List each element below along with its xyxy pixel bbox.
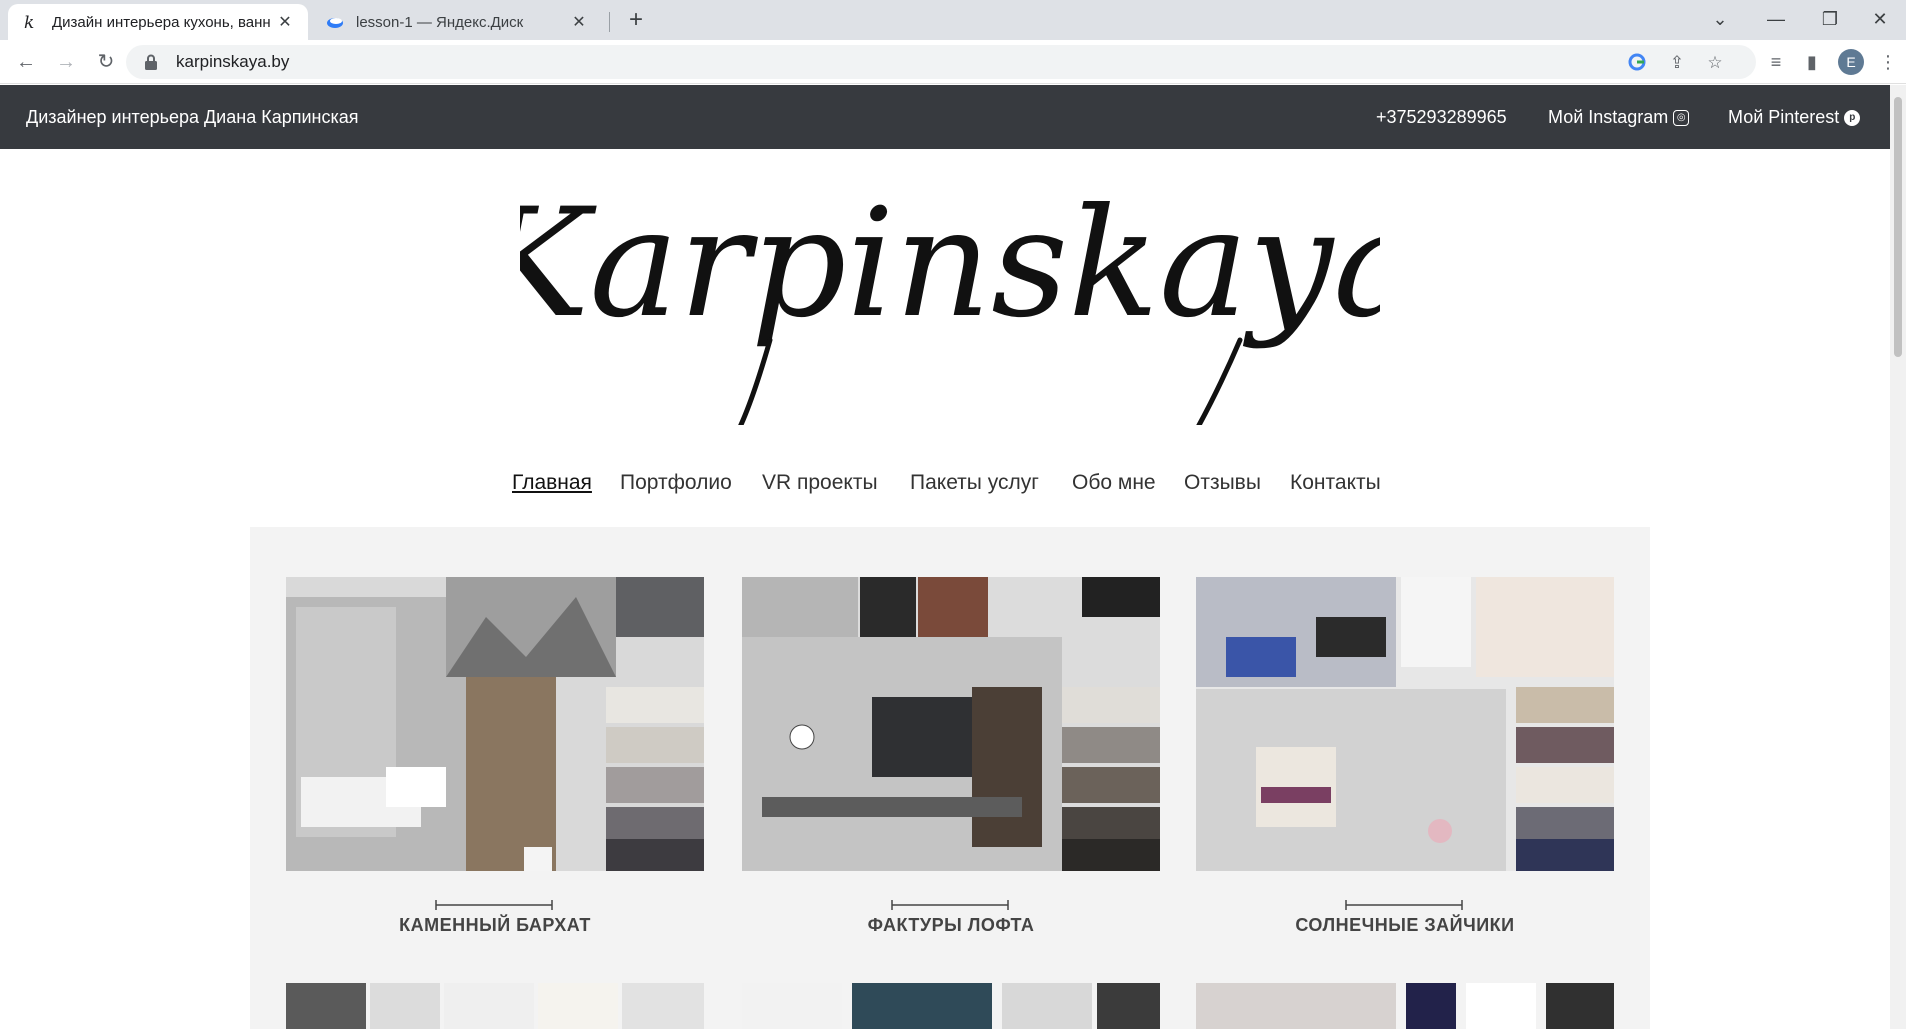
browser-toolbar: ← → ↻ karpinskaya.by ⇪ ☆ ≡ ▮ E ⋮ xyxy=(0,40,1906,84)
lock-icon xyxy=(144,54,158,70)
bookmark-star-icon[interactable]: ☆ xyxy=(1704,52,1726,74)
tab-search-icon[interactable]: ⌄ xyxy=(1696,4,1744,34)
tab-active[interactable]: k Дизайн интерьера кухонь, ванн ✕ xyxy=(8,4,308,40)
media-queue-icon[interactable]: ≡ xyxy=(1764,50,1788,74)
project-moodboard-image[interactable] xyxy=(1196,577,1614,871)
project-card-partial[interactable] xyxy=(1196,983,1614,1029)
menu-dots-icon[interactable]: ⋮ xyxy=(1876,50,1900,74)
project-card-partial[interactable] xyxy=(742,983,1160,1029)
tab-title: Дизайн интерьера кухонь, ванн xyxy=(52,13,271,31)
project-card[interactable]: ФАКТУРЫ ЛОФТА xyxy=(742,577,1160,935)
project-card-partial[interactable] xyxy=(286,983,704,1029)
project-title[interactable]: ФАКТУРЫ ЛОФТА xyxy=(742,915,1160,936)
dimension-line-icon xyxy=(891,900,1009,910)
restore-icon[interactable]: ❐ xyxy=(1806,4,1854,34)
nav-service-packages[interactable]: Пакеты услуг xyxy=(910,471,1039,495)
yandex-disk-favicon-icon xyxy=(326,13,344,31)
dimension-line-icon xyxy=(435,900,553,910)
instagram-icon: ◎ xyxy=(1673,109,1690,126)
project-title[interactable]: СОЛНЕЧНЫЕ ЗАЙЧИКИ xyxy=(1196,915,1614,936)
project-moodboard-image[interactable] xyxy=(742,577,1160,871)
pinterest-icon: p xyxy=(1844,109,1861,126)
site-logo: Karpinskaya xyxy=(520,177,1380,425)
profile-avatar[interactable]: E xyxy=(1838,49,1864,75)
project-moodboard-image[interactable] xyxy=(286,577,704,871)
tab-inactive[interactable]: lesson-1 — Яндекс.Диск ✕ xyxy=(312,4,602,40)
nav-reviews[interactable]: Отзывы xyxy=(1184,471,1261,495)
site-logo-area[interactable]: Karpinskaya xyxy=(0,165,1890,425)
tab-separator xyxy=(609,12,610,32)
side-panel-icon[interactable]: ▮ xyxy=(1800,50,1824,74)
web-page: Дизайнер интерьера Диана Карпинская +375… xyxy=(0,85,1906,1029)
project-title[interactable]: КАМЕННЫЙ БАРХАТ xyxy=(286,915,704,936)
main-navigation: Главная Портфолио VR проекты Пакеты услу… xyxy=(0,465,1890,505)
project-card[interactable]: СОЛНЕЧНЫЕ ЗАЙЧИКИ xyxy=(1196,577,1614,935)
dimension-line-icon xyxy=(1345,900,1463,910)
site-top-bar: Дизайнер интерьера Диана Карпинская +375… xyxy=(0,85,1890,149)
nav-home[interactable]: Главная xyxy=(512,471,592,495)
close-window-icon[interactable]: ✕ xyxy=(1856,4,1904,34)
tab-title: lesson-1 — Яндекс.Диск xyxy=(356,13,524,31)
reload-icon[interactable]: ↻ xyxy=(92,48,120,76)
forward-icon[interactable]: → xyxy=(52,48,80,76)
back-icon[interactable]: ← xyxy=(12,48,40,76)
tab-close-icon[interactable]: ✕ xyxy=(276,12,294,32)
address-bar[interactable]: karpinskaya.by ⇪ ☆ xyxy=(126,45,1756,79)
instagram-link[interactable]: Мой Instagram ◎ xyxy=(1548,107,1690,128)
logo-text: Karpinskaya xyxy=(520,177,1380,351)
project-card[interactable]: КАМЕННЫЙ БАРХАТ xyxy=(286,577,704,935)
browser-tab-strip: k Дизайн интерьера кухонь, ванн ✕ lesson… xyxy=(0,0,1906,40)
nav-vr-projects[interactable]: VR проекты xyxy=(762,471,878,495)
phone-number: +375293289965 xyxy=(1376,107,1507,127)
nav-about[interactable]: Обо мне xyxy=(1072,471,1156,495)
designer-name: Дизайнер интерьера Диана Карпинская xyxy=(26,107,359,127)
page-scrollbar[interactable] xyxy=(1890,85,1906,1029)
nav-contacts[interactable]: Контакты xyxy=(1290,471,1381,495)
google-icon[interactable] xyxy=(1626,52,1648,74)
minimize-icon[interactable]: — xyxy=(1752,4,1800,34)
tab-close-icon[interactable]: ✕ xyxy=(570,12,588,32)
pinterest-link[interactable]: Мой Pinterest p xyxy=(1728,107,1861,128)
new-tab-button[interactable]: + xyxy=(622,6,650,34)
share-icon[interactable]: ⇪ xyxy=(1666,52,1688,74)
scrollbar-thumb[interactable] xyxy=(1894,97,1902,357)
url-text: karpinskaya.by xyxy=(176,52,290,71)
site-favicon-icon: k xyxy=(22,13,40,31)
instagram-label: Мой Instagram xyxy=(1548,107,1669,127)
nav-portfolio[interactable]: Портфолио xyxy=(620,471,732,495)
phone-link[interactable]: +375293289965 xyxy=(1376,107,1507,128)
svg-text:k: k xyxy=(24,13,34,31)
pinterest-label: Мой Pinterest xyxy=(1728,107,1840,127)
